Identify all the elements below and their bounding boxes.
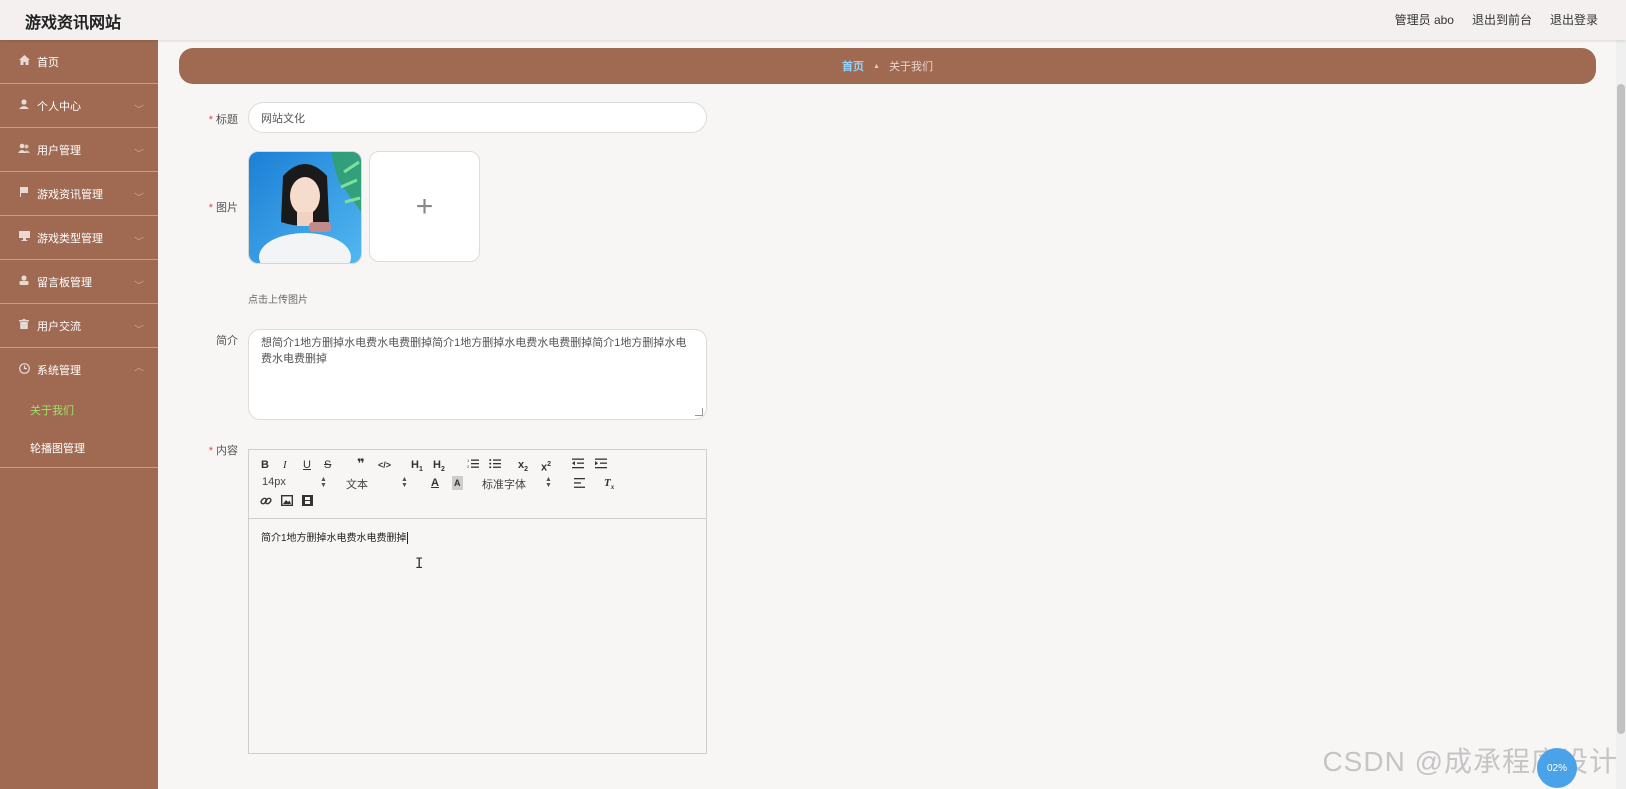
sidebar-item-home[interactable]: 首页 bbox=[0, 40, 158, 84]
resize-handle-icon[interactable] bbox=[695, 408, 703, 416]
chevron-down-icon: ⌵ bbox=[134, 100, 144, 110]
svg-text:1: 1 bbox=[467, 458, 470, 463]
chevron-down-icon: ⌵ bbox=[134, 144, 144, 154]
editor-content[interactable]: 简介1地方删掉水电费水电费删掉 bbox=[249, 519, 706, 554]
font-size-select[interactable]: 14px ▲ ▼ bbox=[262, 476, 330, 489]
logout-link[interactable]: 退出登录 bbox=[1550, 11, 1598, 28]
required-mark: * bbox=[208, 202, 213, 214]
sidebar-item-label: 用户管理 bbox=[37, 144, 81, 157]
outdent-icon[interactable] bbox=[572, 458, 584, 473]
select-arrows-icon: ▲ ▼ bbox=[401, 476, 408, 489]
background-color-icon[interactable]: A bbox=[452, 476, 463, 490]
required-mark: * bbox=[208, 445, 213, 457]
font-color-icon[interactable]: A bbox=[431, 476, 439, 490]
sidebar-item-label: 系统管理 bbox=[37, 364, 81, 377]
sidebar-item-label: 用户交流 bbox=[37, 320, 81, 333]
ordered-list-icon[interactable]: 12 bbox=[467, 458, 479, 473]
uploaded-image-thumbnail[interactable] bbox=[248, 151, 362, 264]
sidebar-item-game-news[interactable]: 游戏资讯管理 ⌵ bbox=[0, 172, 158, 216]
home-icon bbox=[17, 55, 31, 68]
text-caret bbox=[406, 532, 408, 545]
floating-button[interactable]: 02% bbox=[1537, 748, 1577, 788]
users-icon bbox=[17, 143, 31, 156]
svg-text:2: 2 bbox=[467, 464, 470, 469]
upload-tip: 点击上传图片 bbox=[248, 295, 308, 306]
sidebar-item-label: 首页 bbox=[37, 56, 59, 69]
heading2-icon[interactable]: H2 bbox=[433, 458, 445, 477]
font-family-select[interactable]: 标准字体 ▲ ▼ bbox=[482, 476, 552, 492]
sidebar-item-label: 游戏资讯管理 bbox=[37, 188, 103, 201]
sidebar-item-label: 游戏类型管理 bbox=[37, 232, 103, 245]
strike-icon[interactable]: S bbox=[324, 458, 331, 472]
sidebar-item-system-management[interactable]: 系统管理 ⌵ bbox=[0, 348, 158, 391]
clock-icon bbox=[17, 362, 31, 377]
select-arrows-icon: ▲ ▼ bbox=[320, 476, 327, 489]
sidebar-subitem-about-us[interactable]: 关于我们 bbox=[0, 391, 158, 429]
editor-toolbar: B I U S ❞ </> H1 H2 12 x2 x2 14px ▲ ▼ 文本 … bbox=[249, 450, 706, 519]
chevron-down-icon: ⌵ bbox=[134, 320, 144, 330]
indent-icon[interactable] bbox=[595, 458, 607, 473]
user-icon bbox=[17, 99, 31, 112]
image-icon[interactable] bbox=[280, 494, 294, 510]
code-icon[interactable]: </> bbox=[378, 458, 391, 472]
chevron-down-icon: ⌵ bbox=[134, 276, 144, 286]
sidebar-subitem-carousel[interactable]: 轮播图管理 bbox=[0, 429, 158, 468]
breadcrumb-current: 关于我们 bbox=[888, 61, 933, 73]
intro-textarea[interactable]: 想简介1地方删掉水电费水电费删掉简介1地方删掉水电费水电费删掉简介1地方删掉水电… bbox=[248, 329, 707, 420]
video-icon[interactable] bbox=[302, 495, 313, 510]
scrollbar-thumb[interactable] bbox=[1617, 84, 1625, 734]
trash-icon bbox=[17, 319, 31, 332]
sidebar-item-personal-center[interactable]: 个人中心 ⌵ bbox=[0, 84, 158, 128]
superscript-icon[interactable]: x2 bbox=[541, 458, 551, 475]
underline-icon[interactable]: U bbox=[303, 458, 311, 472]
sidebar-item-user-exchange[interactable]: 用户交流 ⌵ bbox=[0, 304, 158, 348]
exit-to-front-link[interactable]: 退出到前台 bbox=[1472, 11, 1532, 28]
heading1-icon[interactable]: H1 bbox=[411, 458, 423, 477]
monitor-icon bbox=[17, 231, 31, 244]
align-icon[interactable] bbox=[574, 478, 585, 492]
bullet-list-icon[interactable] bbox=[489, 458, 501, 473]
bold-icon[interactable]: B bbox=[261, 458, 269, 472]
intro-label: 简介 bbox=[216, 335, 238, 347]
flag-icon bbox=[17, 187, 31, 200]
content-label: * 内容 bbox=[208, 445, 238, 457]
add-image-button[interactable]: + bbox=[369, 151, 480, 262]
sidebar-item-message-board[interactable]: 留言板管理 ⌵ bbox=[0, 260, 158, 304]
chevron-up-icon: ⌵ bbox=[134, 365, 144, 375]
portrait-image bbox=[249, 152, 361, 263]
editor-content-text: 简介1地方删掉水电费水电费删掉 bbox=[261, 533, 407, 544]
italic-icon[interactable]: I bbox=[283, 458, 287, 472]
link-icon[interactable] bbox=[260, 495, 272, 511]
select-arrows-icon: ▲ ▼ bbox=[545, 476, 552, 489]
blockquote-icon[interactable]: ❞ bbox=[357, 457, 365, 471]
required-mark: * bbox=[208, 114, 213, 126]
chevron-down-icon: ⌵ bbox=[134, 188, 144, 198]
top-header: 游戏资讯网站 管理员 abo 退出到前台 退出登录 bbox=[0, 0, 1626, 40]
title-input[interactable]: 网站文化 bbox=[248, 102, 707, 133]
vertical-scrollbar[interactable] bbox=[1616, 40, 1626, 789]
title-label: * 标题 bbox=[208, 114, 238, 126]
site-title: 游戏资讯网站 bbox=[25, 15, 122, 32]
subscript-icon[interactable]: x2 bbox=[518, 458, 528, 477]
sidebar-item-label: 留言板管理 bbox=[37, 276, 92, 289]
title-input-value: 网站文化 bbox=[261, 112, 305, 125]
breadcrumb-home[interactable]: 首页 bbox=[842, 58, 864, 74]
sidebar-item-game-type[interactable]: 游戏类型管理 ⌵ bbox=[0, 216, 158, 260]
rich-text-editor[interactable]: B I U S ❞ </> H1 H2 12 x2 x2 14px ▲ ▼ 文本 … bbox=[248, 449, 707, 754]
intro-text: 想简介1地方删掉水电费水电费删掉简介1地方删掉水电费水电费删掉简介1地方删掉水电… bbox=[261, 337, 687, 365]
admin-user-label: 管理员 abo bbox=[1394, 13, 1454, 27]
text-cursor-icon: I bbox=[415, 556, 424, 572]
breadcrumb: 首页 ▲ 关于我们 bbox=[179, 48, 1596, 84]
chevron-down-icon: ⌵ bbox=[134, 232, 144, 242]
sidebar: 首页 个人中心 ⌵ 用户管理 ⌵ 游戏资讯管理 ⌵ 游戏类型管理 ⌵ 留言板管理… bbox=[0, 40, 158, 789]
heading-select[interactable]: 文本 ▲ ▼ bbox=[346, 476, 414, 492]
person-icon bbox=[17, 275, 31, 288]
plus-icon: + bbox=[415, 189, 434, 223]
breadcrumb-separator-icon: ▲ bbox=[873, 62, 880, 70]
clear-format-icon[interactable]: Tx bbox=[604, 476, 614, 494]
sidebar-item-label: 个人中心 bbox=[37, 100, 81, 113]
image-label: * 图片 bbox=[208, 202, 238, 214]
header-links: 管理员 abo 退出到前台 退出登录 bbox=[1395, 11, 1598, 28]
sidebar-item-user-management[interactable]: 用户管理 ⌵ bbox=[0, 128, 158, 172]
